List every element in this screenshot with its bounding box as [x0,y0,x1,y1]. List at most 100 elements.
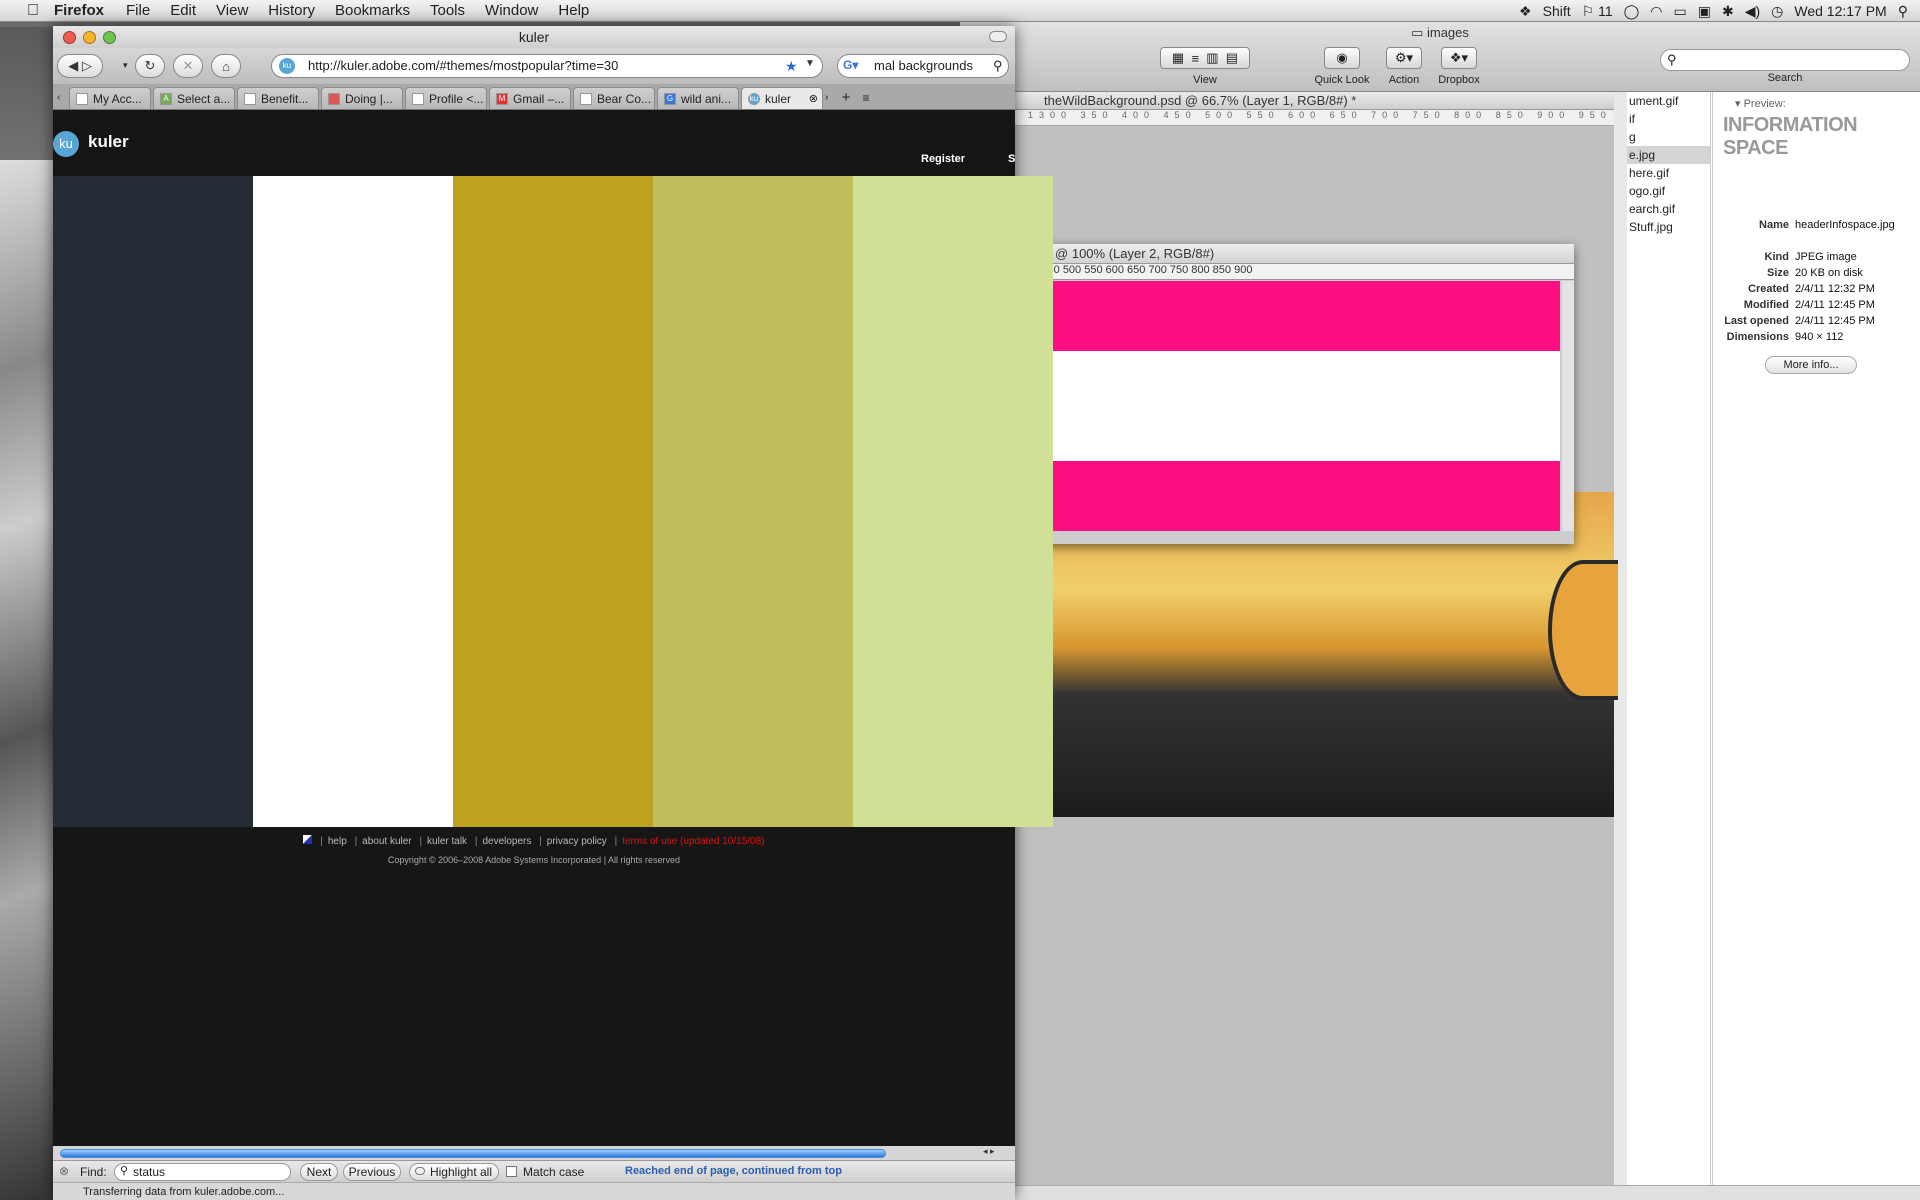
menu-bookmarks[interactable]: Bookmarks [325,2,420,19]
preview-label[interactable]: ▾ Preview: [1735,97,1786,110]
footer-kuler-talk-link[interactable]: kuler talk [427,836,467,847]
tab-scroll-right-icon[interactable]: › [825,87,835,109]
volume-icon[interactable]: ◀) [1745,3,1760,20]
site-favicon-icon[interactable]: ku [279,58,295,74]
menu-tools[interactable]: Tools [420,2,475,19]
close-window-icon[interactable] [63,31,76,44]
stop-button[interactable]: ✕ [173,54,203,78]
back-forward-button[interactable]: ◀ ▷ [57,54,103,78]
swatch-4[interactable] [653,176,853,827]
more-info-button[interactable]: More info... [1765,356,1857,374]
find-input[interactable]: status [114,1163,291,1181]
doc2-scrollbar[interactable] [1562,281,1574,531]
dropbox-button[interactable]: ❖▾ Dropbox [1433,47,1485,86]
dropbox-icon[interactable]: ❖▾ [1441,47,1477,69]
tab-my-account[interactable]: My Acc... [69,87,151,109]
chat-status-icon[interactable]: ◯ [1624,3,1640,20]
display-icon[interactable]: ▣ [1698,3,1711,20]
menubar-clock[interactable]: Wed 12:17 PM [1794,3,1886,19]
battery-icon[interactable]: ▭ [1674,3,1687,20]
photoshop-doc1-title[interactable]: theWildBackground.psd @ 66.7% (Layer 1, … [1014,92,1614,110]
find-next-button[interactable]: Next [300,1163,338,1181]
list-view-icon[interactable]: ≡ [1191,51,1199,66]
google-engine-icon[interactable]: G▾ [843,58,865,74]
tab-bear-co[interactable]: Bear Co... [573,87,655,109]
finder-search-input[interactable] [1660,49,1910,71]
home-button[interactable]: ⌂ [211,54,241,78]
tab-close-icon[interactable]: ⊗ [809,89,818,109]
file-item[interactable]: if [1627,110,1710,128]
reload-icon[interactable]: ↻ [145,58,156,74]
menu-edit[interactable]: Edit [160,2,206,19]
tab-gmail[interactable]: M Gmail –... [489,87,571,109]
icon-view-icon[interactable]: ▦ [1172,50,1184,66]
disclosure-triangle-icon[interactable]: ▾ [1735,98,1744,110]
signal-indicator[interactable]: ⚐ 11 [1582,3,1613,20]
eye-icon[interactable]: ◉ [1324,47,1360,69]
coverflow-view-icon[interactable]: ▤ [1226,50,1238,66]
footer-privacy-link[interactable]: privacy policy [547,836,607,847]
match-case-checkbox[interactable] [506,1166,517,1177]
menu-file[interactable]: File [116,2,160,19]
register-link[interactable]: Register [921,153,965,165]
tab-profile[interactable]: Profile <... [405,87,487,109]
home-icon[interactable]: ⌂ [222,59,230,74]
reload-button[interactable]: ↻ [135,54,165,78]
file-item[interactable]: here.gif [1627,164,1710,182]
input-mode[interactable]: Shift [1543,3,1571,19]
menu-app-name[interactable]: Firefox [44,2,116,19]
bluetooth-icon[interactable]: ✱ [1722,3,1734,20]
zoom-window-icon[interactable] [103,31,116,44]
footer-about-link[interactable]: about kuler [362,836,411,847]
tab-kuler[interactable]: ku kuler ⊗ [741,87,823,109]
history-dropdown-icon[interactable]: ▾ [123,60,128,71]
url-bar[interactable]: http://kuler.adobe.com/#themes/mostpopul… [271,54,823,78]
file-item-selected[interactable]: e.jpg [1627,146,1710,164]
footer-developers-link[interactable]: developers [482,836,531,847]
minimize-window-icon[interactable] [83,31,96,44]
file-item[interactable]: g [1627,128,1710,146]
bookmark-star-icon[interactable]: ★ [785,58,798,75]
list-all-tabs-icon[interactable]: ≡ [857,87,875,109]
find-previous-button[interactable]: Previous [343,1163,401,1181]
file-item[interactable]: earch.gif [1627,200,1710,218]
file-item[interactable]: ument.gif [1627,92,1710,110]
kuler-site-name[interactable]: kuler [88,132,129,152]
footer-terms-link[interactable]: terms of use (updated 10/15/08) [622,836,764,847]
column-view-icon[interactable]: ▥ [1206,50,1218,66]
menu-history[interactable]: History [258,2,325,19]
tab-wild-animals[interactable]: Gwild ani... [657,87,739,109]
scroll-arrows-icon[interactable]: ◂ ▸ [983,1146,995,1157]
stop-icon[interactable]: ✕ [183,58,194,74]
search-go-icon[interactable]: ⚲ [993,58,1003,74]
signin-link[interactable]: S [1008,153,1015,165]
forward-icon[interactable]: ▷ [82,58,92,74]
file-item[interactable]: Stuff.jpg [1627,218,1710,236]
time-machine-icon[interactable]: ◷ [1771,3,1783,20]
tab-doing[interactable]: Doing |... [321,87,403,109]
view-buttons[interactable]: ▦ ≡ ▥ ▤ [1160,47,1250,69]
photoshop-doc2-title[interactable]: er.psd @ 100% (Layer 2, RGB/8#) [1014,244,1574,264]
menu-view[interactable]: View [206,2,258,19]
close-findbar-icon[interactable]: ⊗ [59,1164,69,1178]
view-switcher[interactable]: ▦ ≡ ▥ ▤ View [1157,47,1253,86]
kuler-logo-icon[interactable]: ku [53,131,79,157]
swatch-2[interactable] [253,176,453,827]
tab-select[interactable]: A Select a... [153,87,235,109]
footer-help-link[interactable]: help [328,836,347,847]
file-item[interactable]: ogo.gif [1627,182,1710,200]
toolbar-toggle-icon[interactable] [989,31,1007,42]
dropbox-status-icon[interactable]: ❖ [1519,3,1532,20]
quick-look-button[interactable]: ◉ Quick Look [1310,47,1374,86]
gear-icon[interactable]: ⚙▾ [1386,47,1422,69]
spotlight-search-icon[interactable]: ⚲ [1898,3,1908,20]
action-button[interactable]: ⚙▾ Action [1382,47,1426,86]
swatch-1[interactable] [53,176,253,827]
menu-help[interactable]: Help [548,2,599,19]
swatch-5[interactable] [853,176,1053,827]
horizontal-scrollbar[interactable] [1014,1185,1920,1200]
new-tab-icon[interactable]: + [837,87,855,109]
tab-benefit[interactable]: Benefit... [237,87,319,109]
wifi-icon[interactable]: ◠ [1650,3,1662,20]
tab-scroll-left-icon[interactable]: ‹ [57,87,67,109]
